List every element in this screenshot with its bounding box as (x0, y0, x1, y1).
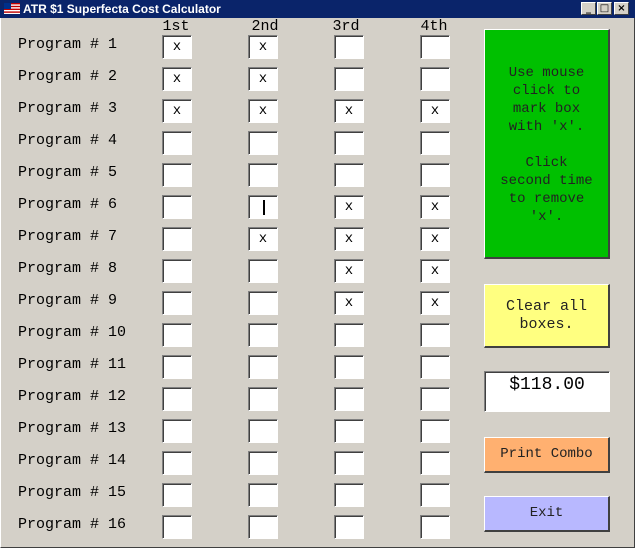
program-10-2nd-checkbox[interactable] (248, 323, 278, 347)
program-16-2nd-checkbox[interactable] (248, 515, 278, 539)
program-1-3rd-checkbox[interactable] (334, 35, 364, 59)
row-label: Program # 15 (18, 484, 127, 501)
program-1-1st-checkbox[interactable]: x (162, 35, 192, 59)
program-6-3rd-checkbox[interactable]: x (334, 195, 364, 219)
row-label: Program # 10 (18, 324, 127, 341)
program-8-4th-checkbox[interactable]: x (420, 259, 450, 283)
row-label: Program # 11 (18, 356, 127, 373)
program-15-4th-checkbox[interactable] (420, 483, 450, 507)
program-12-1st-checkbox[interactable] (162, 387, 192, 411)
row-label: Program # 5 (18, 164, 118, 181)
row-label: Program # 13 (18, 420, 127, 437)
program-8-1st-checkbox[interactable] (162, 259, 192, 283)
program-13-3rd-checkbox[interactable] (334, 419, 364, 443)
close-button[interactable]: × (614, 2, 629, 15)
exit-button[interactable]: Exit (484, 496, 610, 532)
program-4-4th-checkbox[interactable] (420, 131, 450, 155)
minimize-button[interactable]: _ (581, 2, 596, 15)
program-9-3rd-checkbox[interactable]: x (334, 291, 364, 315)
program-9-1st-checkbox[interactable] (162, 291, 192, 315)
program-16-3rd-checkbox[interactable] (334, 515, 364, 539)
program-5-1st-checkbox[interactable] (162, 163, 192, 187)
row-label: Program # 4 (18, 132, 118, 149)
program-1-4th-checkbox[interactable] (420, 35, 450, 59)
program-5-4th-checkbox[interactable] (420, 163, 450, 187)
program-13-2nd-checkbox[interactable] (248, 419, 278, 443)
print-combo-button[interactable]: Print Combo (484, 437, 610, 473)
clear-all-button[interactable]: Clear all boxes. (484, 284, 610, 348)
program-15-2nd-checkbox[interactable] (248, 483, 278, 507)
maximize-button[interactable]: □ (597, 2, 612, 15)
program-6-2nd-checkbox[interactable] (248, 195, 278, 219)
program-11-4th-checkbox[interactable] (420, 355, 450, 379)
column-header-1st: 1st (162, 18, 190, 35)
program-14-1st-checkbox[interactable] (162, 451, 192, 475)
program-8-3rd-checkbox[interactable]: x (334, 259, 364, 283)
title-bar[interactable]: ATR $1 Superfecta Cost Calculator _ □ × (0, 0, 635, 18)
program-14-4th-checkbox[interactable] (420, 451, 450, 475)
program-15-3rd-checkbox[interactable] (334, 483, 364, 507)
program-11-3rd-checkbox[interactable] (334, 355, 364, 379)
program-15-1st-checkbox[interactable] (162, 483, 192, 507)
program-3-1st-checkbox[interactable]: x (162, 99, 192, 123)
program-3-4th-checkbox[interactable]: x (420, 99, 450, 123)
program-16-1st-checkbox[interactable] (162, 515, 192, 539)
program-7-3rd-checkbox[interactable]: x (334, 227, 364, 251)
program-10-4th-checkbox[interactable] (420, 323, 450, 347)
program-3-3rd-checkbox[interactable]: x (334, 99, 364, 123)
column-header-4th: 4th (420, 18, 448, 35)
program-7-2nd-checkbox[interactable]: x (248, 227, 278, 251)
program-4-2nd-checkbox[interactable] (248, 131, 278, 155)
window-title: ATR $1 Superfecta Cost Calculator (23, 2, 221, 16)
row-label: Program # 14 (18, 452, 127, 469)
row-label: Program # 3 (18, 100, 118, 117)
program-12-4th-checkbox[interactable] (420, 387, 450, 411)
program-12-2nd-checkbox[interactable] (248, 387, 278, 411)
row-label: Program # 1 (18, 36, 118, 53)
program-14-2nd-checkbox[interactable] (248, 451, 278, 475)
program-10-3rd-checkbox[interactable] (334, 323, 364, 347)
program-4-3rd-checkbox[interactable] (334, 131, 364, 155)
program-4-1st-checkbox[interactable] (162, 131, 192, 155)
program-2-2nd-checkbox[interactable]: x (248, 67, 278, 91)
program-2-4th-checkbox[interactable] (420, 67, 450, 91)
program-5-3rd-checkbox[interactable] (334, 163, 364, 187)
row-label: Program # 6 (18, 196, 118, 213)
program-11-1st-checkbox[interactable] (162, 355, 192, 379)
instructions-panel: Use mouse click to mark box with 'x'. Cl… (484, 29, 610, 259)
row-label: Program # 2 (18, 68, 118, 85)
program-6-4th-checkbox[interactable]: x (420, 195, 450, 219)
row-label: Program # 8 (18, 260, 118, 277)
program-8-2nd-checkbox[interactable] (248, 259, 278, 283)
program-6-1st-checkbox[interactable] (162, 195, 192, 219)
column-header-2nd: 2nd (251, 18, 279, 35)
total-cost-display: $118.00 (484, 371, 610, 412)
row-label: Program # 9 (18, 292, 118, 309)
program-13-1st-checkbox[interactable] (162, 419, 192, 443)
row-label: Program # 16 (18, 516, 127, 533)
program-14-3rd-checkbox[interactable] (334, 451, 364, 475)
program-2-3rd-checkbox[interactable] (334, 67, 364, 91)
program-9-4th-checkbox[interactable]: x (420, 291, 450, 315)
program-2-1st-checkbox[interactable]: x (162, 67, 192, 91)
program-16-4th-checkbox[interactable] (420, 515, 450, 539)
us-flag-icon (4, 3, 20, 14)
row-label: Program # 7 (18, 228, 118, 245)
program-3-2nd-checkbox[interactable]: x (248, 99, 278, 123)
program-12-3rd-checkbox[interactable] (334, 387, 364, 411)
program-7-4th-checkbox[interactable]: x (420, 227, 450, 251)
column-header-3rd: 3rd (332, 18, 360, 35)
program-9-2nd-checkbox[interactable] (248, 291, 278, 315)
program-5-2nd-checkbox[interactable] (248, 163, 278, 187)
program-13-4th-checkbox[interactable] (420, 419, 450, 443)
row-label: Program # 12 (18, 388, 127, 405)
program-7-1st-checkbox[interactable] (162, 227, 192, 251)
program-10-1st-checkbox[interactable] (162, 323, 192, 347)
program-11-2nd-checkbox[interactable] (248, 355, 278, 379)
program-1-2nd-checkbox[interactable]: x (248, 35, 278, 59)
